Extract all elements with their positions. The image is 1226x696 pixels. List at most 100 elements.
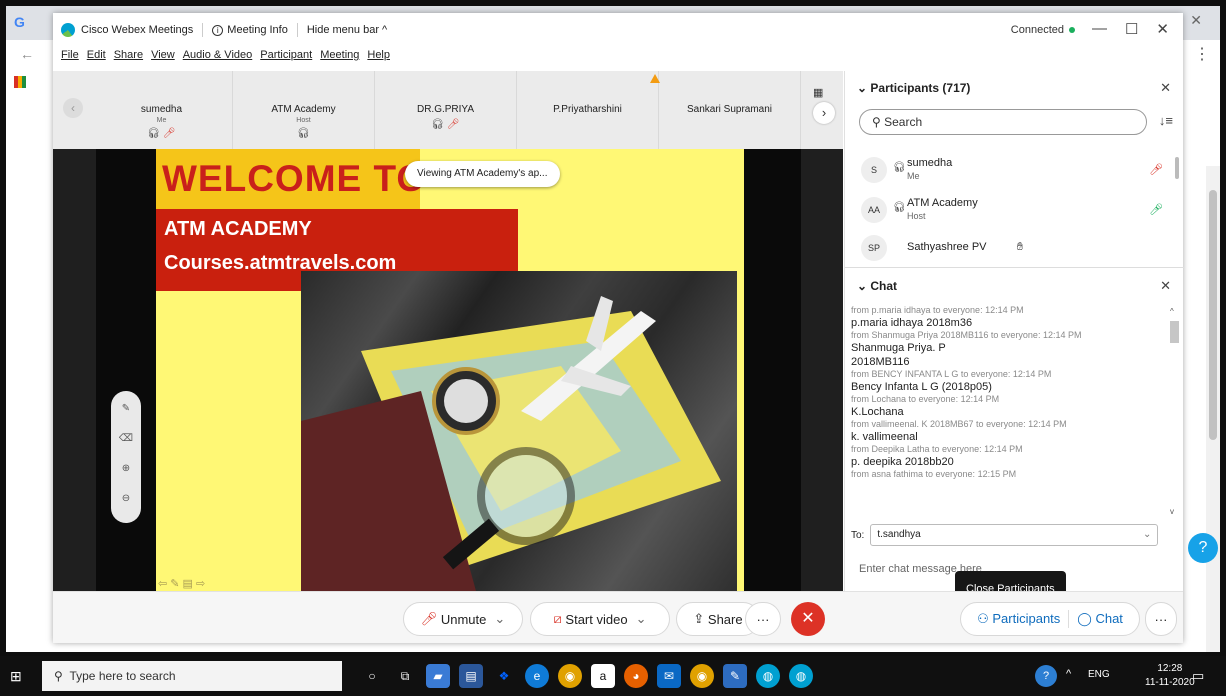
more-options-button[interactable]: ··· xyxy=(745,602,781,636)
zoom-out-icon[interactable]: ⊖ xyxy=(111,493,141,504)
eraser-icon[interactable]: ⌫ xyxy=(111,433,141,444)
participants-panel-button[interactable]: ⚇ Participants xyxy=(977,611,1060,627)
scroll-up-icon[interactable]: ^ xyxy=(1170,307,1174,316)
taskbar-clock[interactable]: 12:28 11-11-2020 xyxy=(1145,662,1195,690)
tile-name: sumedha xyxy=(140,104,183,115)
participant-tile[interactable]: sumedha Me 🎧︎ 🎤︎ xyxy=(91,71,233,149)
shared-content-area: WELCOME TO ATM ACADEMY Courses.atmtravel… xyxy=(96,149,801,591)
recipient-select[interactable]: t.sandhya ⌄ xyxy=(870,524,1159,546)
language-indicator[interactable]: ENG xyxy=(1088,669,1110,680)
tray-expand-icon[interactable]: ^ xyxy=(1066,668,1071,680)
taskbar-search-input[interactable]: ⚲ Type here to search xyxy=(42,661,342,691)
menu-help[interactable]: Help xyxy=(367,49,390,69)
travel-photo-illustration xyxy=(301,296,721,591)
participant-row[interactable]: SP Sathyashree PV ✋︎ xyxy=(861,231,1173,267)
participants-scrollbar[interactable] xyxy=(1175,157,1179,179)
headset-icon: 🎧︎ xyxy=(297,128,310,139)
slide-nav-tools[interactable]: ⇦ ✎ ▤ ⇨ xyxy=(158,577,205,590)
windows-start-icon[interactable]: ⊞ xyxy=(10,668,22,685)
google-icon[interactable]: G xyxy=(14,14,30,30)
annotate-icon[interactable]: ✎ xyxy=(111,403,141,414)
close-icon[interactable]: ✕ xyxy=(1156,20,1169,38)
academy-title: ATM ACADEMY xyxy=(164,218,312,240)
webex-taskbar-icon[interactable]: ◍ xyxy=(756,664,780,688)
headset-icon: 🎧︎ xyxy=(893,202,906,213)
participant-name: ATM Academy xyxy=(907,197,978,209)
meeting-info-button[interactable]: i Meeting Info xyxy=(212,24,288,36)
close-participants-icon[interactable]: ✕ xyxy=(1160,80,1171,96)
mic-active-icon[interactable]: 🎤︎ xyxy=(1149,203,1163,216)
scroll-down-icon[interactable]: v xyxy=(1170,507,1174,516)
zoom-in-icon[interactable]: ⊕ xyxy=(111,463,141,474)
participant-row[interactable]: S 🎧︎ sumedha Me 🎤︎ xyxy=(861,153,1173,189)
menu-bar: File Edit Share View Audio & Video Parti… xyxy=(53,49,1183,69)
participant-tile[interactable]: Sankari Supramani xyxy=(659,71,801,149)
avatar: AA xyxy=(861,197,887,223)
participant-row[interactable]: AA 🎧︎ ATM Academy Host 🎤︎ xyxy=(861,193,1173,229)
start-video-button[interactable]: ⧄ Start video ⌄ xyxy=(530,602,670,636)
unmute-button[interactable]: 🎤︎ Unmute ⌄ xyxy=(403,602,523,636)
back-arrow-icon[interactable]: ← xyxy=(20,46,34,62)
menu-meeting[interactable]: Meeting xyxy=(320,49,359,69)
browser-menu-icon[interactable]: ⋮ xyxy=(1194,44,1210,64)
chrome-icon[interactable]: ◉ xyxy=(558,664,582,688)
participant-tile[interactable]: P.Priyatharshini xyxy=(517,71,659,149)
scrollbar-thumb[interactable] xyxy=(1209,190,1217,440)
tile-status-icons: 🎧︎ 🎤︎ xyxy=(375,119,516,130)
grid-view-icon[interactable]: ▦ xyxy=(813,86,823,99)
webex-taskbar-icon[interactable]: ◍ xyxy=(789,664,813,688)
chrome-icon[interactable]: ◉ xyxy=(690,664,714,688)
chat-message-list[interactable]: from p.maria idhaya to everyone: 12:14 P… xyxy=(851,305,1167,521)
browser-scrollbar[interactable] xyxy=(1206,166,1220,652)
chat-scrollbar[interactable]: ^ v xyxy=(1168,307,1179,519)
chat-header[interactable]: ⌄ Chat xyxy=(857,279,897,293)
webex-window: Cisco Webex Meetings i Meeting Info Hide … xyxy=(53,13,1184,643)
viewing-tooltip: Viewing ATM Academy's ap... xyxy=(405,161,560,187)
sort-icon[interactable]: ↓≡ xyxy=(1159,113,1173,128)
task-view-icon[interactable]: ⧉ xyxy=(393,664,417,688)
participant-tile[interactable]: DR.G.PRIYA 🎧︎ 🎤︎ xyxy=(375,71,517,149)
menu-view[interactable]: View xyxy=(151,49,175,69)
minimize-icon[interactable]: — xyxy=(1092,20,1107,38)
maximize-icon[interactable]: ☐ xyxy=(1125,20,1138,38)
chat-message: from Shanmuga Priya 2018MB116 to everyon… xyxy=(851,330,1167,369)
chat-message: from BENCY INFANTA L G to everyone: 12:1… xyxy=(851,369,1167,394)
mail-icon[interactable]: ✉ xyxy=(657,664,681,688)
help-icon[interactable]: ? xyxy=(1188,533,1218,563)
notepad-icon[interactable]: ✎ xyxy=(723,664,747,688)
menu-share[interactable]: Share xyxy=(114,49,143,69)
filmstrip-prev-button[interactable]: ‹ xyxy=(63,98,83,118)
participant-tile[interactable]: ATM Academy Host 🎧︎ xyxy=(233,71,375,149)
cortana-icon[interactable]: ○ xyxy=(360,664,384,688)
help-tray-icon[interactable]: ? xyxy=(1035,665,1057,687)
muted-icon[interactable]: 🎤︎ xyxy=(1149,163,1163,176)
dropbox-icon[interactable]: ❖ xyxy=(492,664,516,688)
apps-grid-icon[interactable] xyxy=(14,76,26,88)
hide-menu-bar-button[interactable]: Hide menu bar ^ xyxy=(307,24,387,36)
connection-status-label: Connected xyxy=(1010,24,1064,36)
message-meta: from vallimeenal. K 2018MB67 to everyone… xyxy=(851,419,1067,429)
close-chat-icon[interactable]: ✕ xyxy=(1160,278,1171,294)
participants-header[interactable]: ⌄ Participants (717) xyxy=(857,81,970,95)
file-explorer-icon[interactable]: ▰ xyxy=(426,664,450,688)
edge-icon[interactable]: e xyxy=(525,664,549,688)
menu-edit[interactable]: Edit xyxy=(87,49,106,69)
amazon-icon[interactable]: a xyxy=(591,664,615,688)
menu-audio-video[interactable]: Audio & Video xyxy=(183,49,253,69)
start-video-label: Start video xyxy=(565,611,628,627)
filmstrip-next-button[interactable]: › xyxy=(813,102,835,124)
window-controls: — ☐ ✕ xyxy=(1092,20,1169,38)
participant-search-input[interactable]: ⚲ Search xyxy=(859,109,1147,135)
firefox-icon[interactable]: ◕ xyxy=(624,664,648,688)
close-icon[interactable]: ✕ xyxy=(1190,12,1202,29)
leave-meeting-button[interactable]: ✕ xyxy=(791,602,825,636)
store-icon[interactable]: ▤ xyxy=(459,664,483,688)
notification-icon[interactable]: ▭ xyxy=(1192,668,1204,684)
chat-panel-button[interactable]: ◯ Chat xyxy=(1077,611,1123,627)
menu-file[interactable]: File xyxy=(61,49,79,69)
meeting-controls: 🎤︎ Unmute ⌄ ⧄ Start video ⌄ ⇪ Share ··· ✕ … xyxy=(53,591,1183,643)
participants-title: Participants (717) xyxy=(870,81,971,95)
scrollbar-thumb[interactable] xyxy=(1170,321,1179,343)
panel-more-button[interactable]: ··· xyxy=(1145,602,1177,636)
menu-participant[interactable]: Participant xyxy=(260,49,312,69)
